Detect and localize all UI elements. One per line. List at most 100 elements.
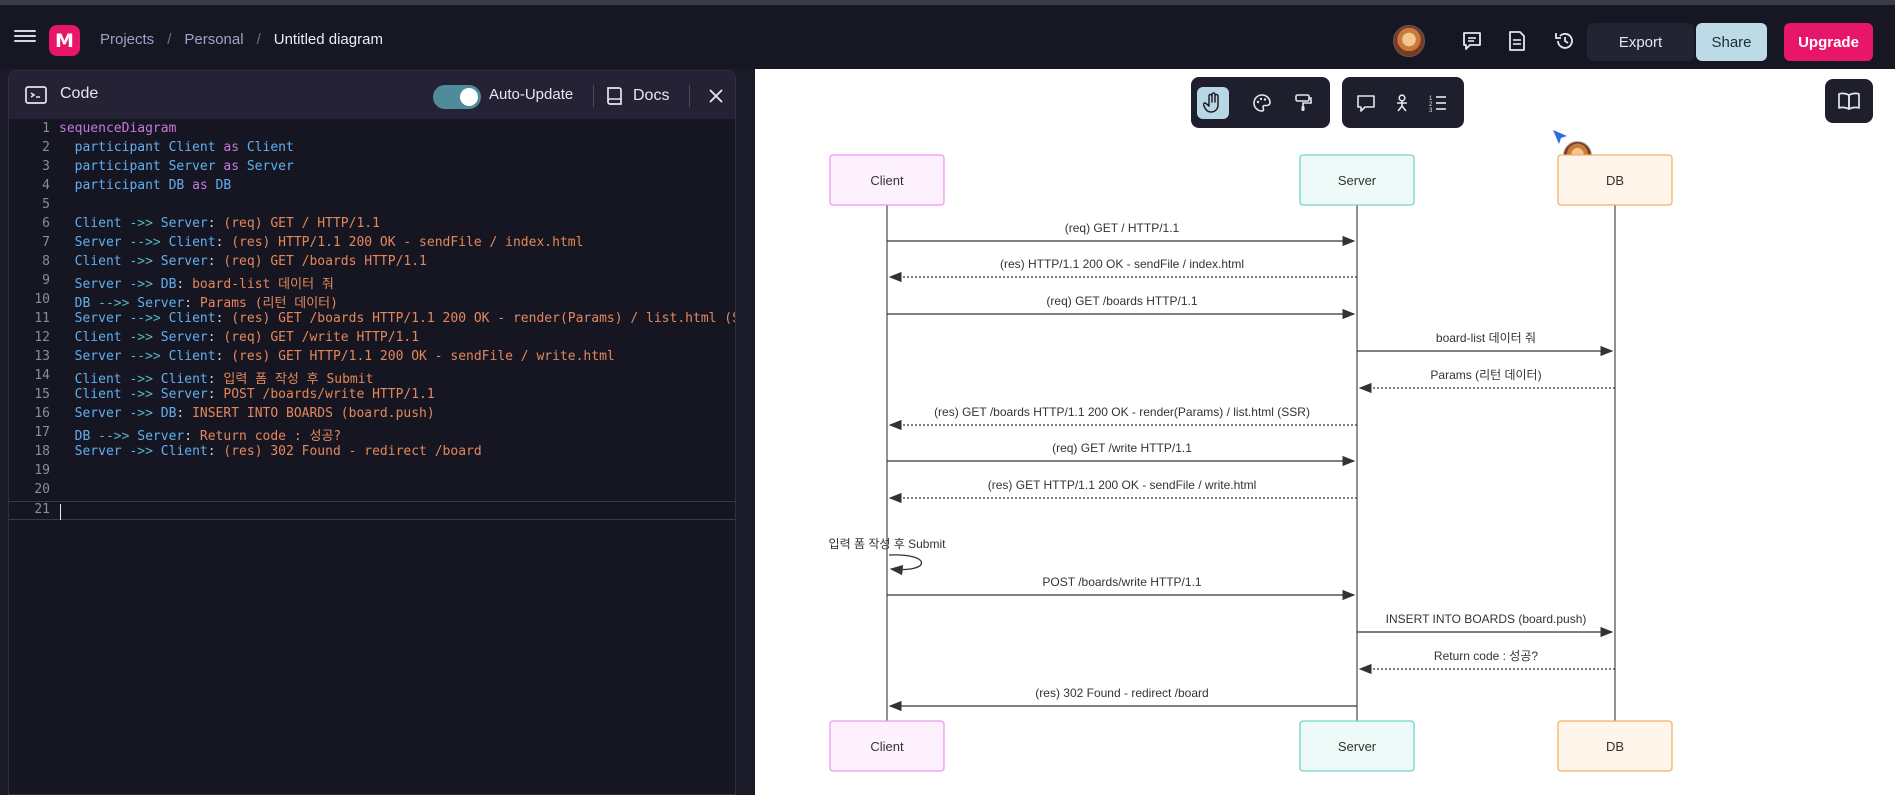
line-number: 13 [34,349,50,364]
line-number: 7 [42,235,50,250]
code-text: participant DB as DB [74,178,232,193]
code-line[interactable]: 3 participant Server as Server [9,159,735,178]
code-text: Server -->> Client: (res) HTTP/1.1 200 O… [74,235,584,250]
code-line[interactable]: 18 Server ->> Client: (res) 302 Found - … [9,444,735,463]
code-line[interactable]: 10 DB -->> Server: Params (리턴 데이터) [9,292,735,311]
close-icon[interactable] [707,87,725,105]
code-line[interactable]: 21 [9,501,735,520]
code-line[interactable]: 19 [9,463,735,482]
app-logo[interactable]: M [49,25,80,56]
line-number: 18 [34,444,50,459]
message-label: (req) GET /boards HTTP/1.1 [1046,294,1197,308]
code-line[interactable]: 9 Server ->> DB: board-list 데이터 줘 [9,273,735,292]
message-label: 입력 폼 작성 후 Submit [829,537,947,551]
code-panel-title: Code [60,85,99,102]
line-number: 16 [34,406,50,421]
docs-button[interactable]: Docs [606,83,669,109]
code-text: sequenceDiagram [59,121,177,136]
message-label: (req) GET / HTTP/1.1 [1065,221,1180,235]
participant-label-server: Server [1338,173,1377,188]
line-number: 10 [34,292,50,307]
code-text: Client ->> Server: (req) GET /boards HTT… [74,254,427,269]
code-text: Server -->> Client: (res) GET /boards HT… [74,311,736,326]
code-text: Server ->> Client: (res) 302 Found - red… [74,444,482,459]
line-number: 12 [34,330,50,345]
message-label: INSERT INTO BOARDS (board.push) [1386,612,1587,626]
export-button[interactable]: Export [1587,23,1694,61]
line-number: 6 [42,216,50,231]
message-label: POST /boards/write HTTP/1.1 [1042,575,1201,589]
message-label: (res) GET HTTP/1.1 200 OK - sendFile / w… [988,478,1257,492]
code-panel: Code Auto-Update Docs 1 sequenceDiagram 2 … [8,70,736,795]
code-line[interactable]: 16 Server ->> DB: INSERT INTO BOARDS (bo… [9,406,735,425]
message-label: Params (리턴 데이터) [1430,368,1541,382]
message-label: board-list 데이터 줘 [1436,331,1536,345]
code-text: Server -->> Client: (res) GET HTTP/1.1 2… [74,349,615,364]
line-number: 19 [34,463,50,478]
code-line[interactable]: 12 Client ->> Server: (req) GET /write H… [9,330,735,349]
line-number: 4 [42,178,50,193]
participant-label-client: Client [870,173,904,188]
code-line[interactable]: 17 DB -->> Server: Return code : 성공? [9,425,735,444]
breadcrumb-personal[interactable]: Personal [184,31,243,48]
breadcrumb: Projects / Personal / Untitled diagram [100,31,383,48]
message-label: (res) HTTP/1.1 200 OK - sendFile / index… [1000,257,1244,271]
diagram-canvas[interactable]: 123 Client Client Server Server DB DB (req) GE… [755,69,1895,795]
auto-update-toggle[interactable] [433,85,481,109]
breadcrumb-separator: / [256,31,261,48]
code-line[interactable]: 7 Server -->> Client: (res) HTTP/1.1 200… [9,235,735,254]
line-number: 21 [34,502,50,517]
code-line[interactable]: 1 sequenceDiagram [9,121,735,140]
code-text: Client ->> Server: POST /boards/write HT… [74,387,435,402]
message-label: (req) GET /write HTTP/1.1 [1052,441,1192,455]
divider [593,85,594,107]
code-line[interactable]: 8 Client ->> Server: (req) GET /boards H… [9,254,735,273]
participant-label-db: DB [1606,739,1624,754]
sequence-diagram: Client Client Server Server DB DB (req) GET / … [829,154,1673,772]
code-text: participant Client as Client [74,140,294,155]
code-line[interactable]: 5 [9,197,735,216]
code-text: DB -->> Server: Return code : 성공? [74,429,342,444]
message-label: (res) GET /boards HTTP/1.1 200 OK - rend… [934,405,1310,419]
code-line[interactable]: 4 participant DB as DB [9,178,735,197]
line-number: 3 [42,159,50,174]
text-caret [60,504,61,520]
breadcrumb-separator: / [167,31,172,48]
code-line[interactable]: 13 Server -->> Client: (res) GET HTTP/1.… [9,349,735,368]
upgrade-button[interactable]: Upgrade [1784,23,1873,61]
participant-label-server: Server [1338,739,1377,754]
message-label: (res) 302 Found - redirect /board [1035,686,1208,700]
participant-label-db: DB [1606,173,1624,188]
code-line[interactable]: 14 Client ->> Client: 입력 폼 작성 후 Submit [9,368,735,387]
chat-icon[interactable] [1461,30,1483,52]
share-button[interactable]: Share [1696,23,1767,61]
line-number: 20 [34,482,50,497]
line-number: 11 [34,311,50,326]
code-panel-header: Code Auto-Update Docs [9,71,735,119]
line-number: 8 [42,254,50,269]
code-line[interactable]: 6 Client ->> Server: (req) GET / HTTP/1.… [9,216,735,235]
code-text: Client ->> Server: (req) GET / HTTP/1.1 [74,216,380,231]
divider [689,85,690,107]
code-text: DB -->> Server: Params (리턴 데이터) [74,296,338,311]
participant-label-client: Client [870,739,904,754]
hamburger-menu-icon[interactable] [14,27,36,49]
auto-update-label: Auto-Update [489,86,574,103]
code-text: Client ->> Client: 입력 폼 작성 후 Submit [74,372,374,387]
code-line[interactable]: 11 Server -->> Client: (res) GET /boards… [9,311,736,330]
line-number: 14 [34,368,50,383]
breadcrumb-projects[interactable]: Projects [100,31,154,48]
code-line[interactable]: 15 Client ->> Server: POST /boards/write… [9,387,735,406]
code-text: Server ->> DB: INSERT INTO BOARDS (board… [74,406,435,421]
user-avatar[interactable] [1393,25,1425,57]
line-number: 2 [42,140,50,155]
document-icon[interactable] [1506,30,1528,52]
code-line[interactable]: 20 [9,482,735,501]
history-icon[interactable] [1554,30,1576,52]
code-editor[interactable]: 1 sequenceDiagram 2 participant Client as … [9,119,736,794]
line-number: 1 [42,121,50,136]
diagram-title[interactable]: Untitled diagram [274,31,383,48]
line-number: 5 [42,197,50,212]
code-icon [25,86,47,104]
code-line[interactable]: 2 participant Client as Client [9,140,735,159]
